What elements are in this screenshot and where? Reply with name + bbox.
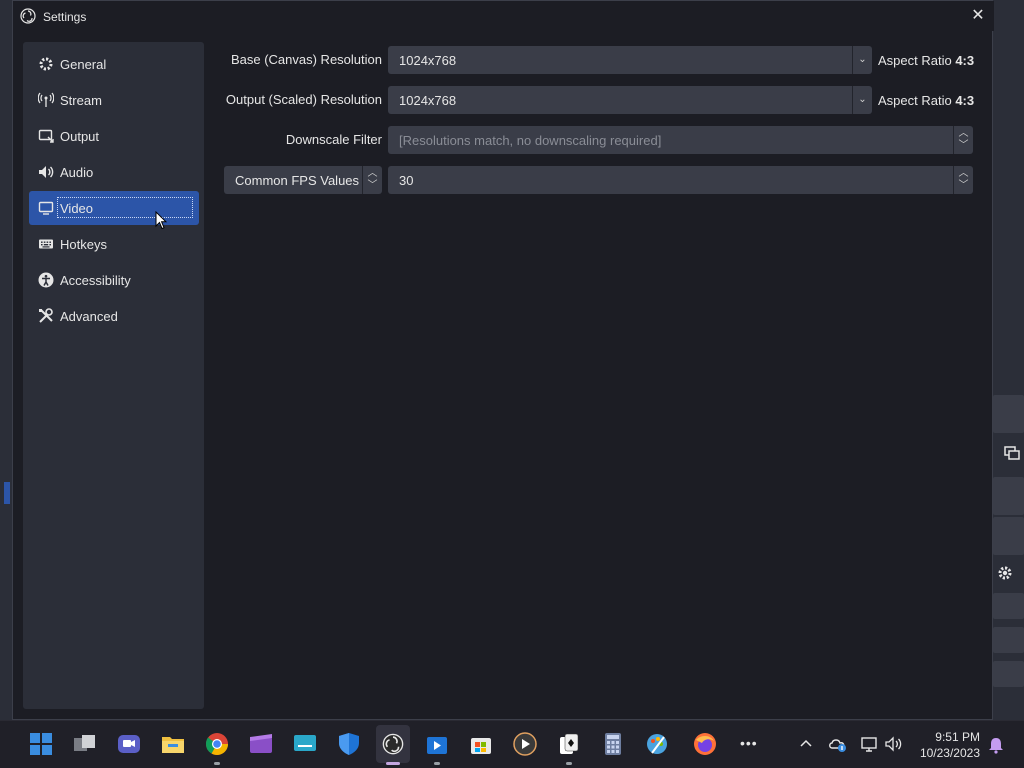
background-selection-indicator (4, 482, 10, 504)
sidebar-item-label: Output (60, 129, 100, 144)
background-block (993, 661, 1024, 687)
solitaire-icon[interactable] (556, 731, 582, 757)
file-explorer-icon[interactable] (160, 731, 186, 757)
downscale-filter-combobox: [Resolutions match, no downscaling requi… (388, 126, 973, 154)
obs-logo-icon (20, 8, 36, 24)
output-icon (38, 129, 54, 143)
sidebar-item-hotkeys[interactable]: Hotkeys (29, 227, 199, 261)
tools-icon (39, 308, 53, 323)
sidebar-item-output[interactable]: Output (29, 119, 199, 153)
sidebar-item-label: General (60, 57, 107, 72)
settings-sidebar: General Stream Output Audio Video Hotkey… (23, 42, 204, 709)
downscale-filter-value: [Resolutions match, no downscaling requi… (399, 133, 662, 148)
fps-type-value: Common FPS Values (235, 173, 360, 188)
gear-icon (39, 57, 53, 71)
aspect-ratio-prefix: Aspect Ratio (878, 53, 952, 68)
aspect-ratio-value: 4:3 (955, 53, 975, 68)
background-block (993, 477, 1024, 515)
sidebar-item-general[interactable]: General (29, 47, 199, 81)
updown-arrows-icon: ︿ ﹀ (953, 126, 973, 154)
downscale-filter-label: Downscale Filter (285, 132, 382, 147)
monitor-icon (38, 201, 54, 215)
chevron-up-icon[interactable] (799, 737, 813, 749)
background-app-left-edge (0, 0, 12, 720)
network-icon[interactable] (860, 735, 878, 753)
background-app-right-panel (993, 0, 1024, 720)
sidebar-item-label: Audio (60, 165, 94, 180)
window-title: Settings (43, 10, 87, 24)
sidebar-item-audio[interactable]: Audio (29, 155, 199, 189)
running-indicator (214, 762, 220, 765)
fps-type-combobox[interactable]: Common FPS Values ︿ ﹀ (224, 166, 382, 194)
taskbar: ••• 9:51 PM 10/23/2023 (0, 720, 1024, 768)
obs-studio-icon (382, 733, 404, 755)
remote-desktop-icon[interactable] (292, 731, 318, 757)
running-indicator (434, 762, 440, 765)
updown-arrows-icon[interactable]: ︿ ﹀ (953, 166, 973, 194)
video-settings-panel: Base (Canvas) Resolution 1024x768 ⌄ Aspe… (214, 42, 988, 709)
windows-security-icon[interactable] (336, 731, 362, 757)
background-block (993, 395, 1024, 433)
windows-start-icon[interactable] (28, 731, 54, 757)
volume-icon[interactable] (884, 735, 904, 753)
close-icon[interactable]: ✕ (968, 6, 988, 26)
base-resolution-value: 1024x768 (399, 53, 457, 68)
aspect-ratio-value: 4:3 (955, 93, 975, 108)
clock[interactable]: 9:51 PM 10/23/2023 (920, 729, 980, 761)
sidebar-item-stream[interactable]: Stream (29, 83, 199, 117)
running-indicator (566, 762, 572, 765)
output-aspect-ratio: Aspect Ratio 4:3 (878, 93, 974, 108)
accessibility-icon (38, 272, 54, 288)
background-block (993, 517, 1024, 555)
settings-gear-icon[interactable] (996, 564, 1014, 582)
obs-taskbar-button[interactable] (376, 725, 410, 763)
sidebar-item-video[interactable]: Video (29, 191, 199, 225)
background-block (993, 627, 1024, 653)
title-bar[interactable]: Settings ✕ (13, 1, 994, 31)
sidebar-item-label: Hotkeys (60, 237, 107, 252)
chevron-down-icon[interactable]: ⌄ (852, 46, 872, 74)
output-resolution-label: Output (Scaled) Resolution (225, 92, 382, 107)
updown-arrows-icon[interactable]: ︿ ﹀ (362, 166, 382, 194)
chrome-icon[interactable] (204, 731, 230, 757)
video-player-icon[interactable] (512, 731, 538, 757)
clock-date: 10/23/2023 (919, 746, 980, 760)
microsoft-store-icon[interactable] (468, 731, 494, 757)
active-indicator (386, 762, 400, 765)
firefox-icon[interactable] (692, 731, 718, 757)
teams-chat-icon[interactable] (116, 731, 142, 757)
sidebar-item-label: Stream (60, 93, 102, 108)
antenna-icon (38, 92, 54, 107)
base-resolution-combobox[interactable]: 1024x768 ⌄ (388, 46, 872, 74)
clipchamp-icon[interactable] (248, 731, 274, 757)
sidebar-item-label: Video (60, 201, 94, 216)
output-resolution-combobox[interactable]: 1024x768 ⌄ (388, 86, 872, 114)
dock-window-icon[interactable] (1003, 444, 1021, 462)
paint-icon[interactable] (644, 731, 670, 757)
more-apps-icon[interactable]: ••• (740, 735, 758, 751)
fps-value: 30 (399, 173, 414, 188)
media-player-icon[interactable] (424, 731, 450, 757)
settings-window: Settings ✕ General Stream Output Audio V… (12, 0, 994, 720)
onedrive-icon[interactable] (828, 735, 848, 753)
sidebar-item-label: Accessibility (60, 273, 131, 288)
clock-time: 9:51 PM (935, 730, 980, 744)
base-aspect-ratio: Aspect Ratio 4:3 (878, 53, 974, 68)
mouse-cursor-icon (155, 211, 167, 230)
aspect-ratio-prefix: Aspect Ratio (878, 93, 952, 108)
sidebar-item-label: Advanced (60, 309, 118, 324)
chevron-down-icon[interactable]: ⌄ (852, 86, 872, 114)
fps-value-combobox[interactable]: 30 ︿ ﹀ (388, 166, 973, 194)
sidebar-item-advanced[interactable]: Advanced (29, 299, 199, 333)
output-resolution-value: 1024x768 (399, 93, 457, 108)
calculator-icon[interactable] (600, 731, 626, 757)
background-block (993, 593, 1024, 619)
speaker-icon (39, 166, 54, 178)
base-resolution-label: Base (Canvas) Resolution (230, 52, 382, 67)
notification-bell-icon[interactable] (988, 736, 1004, 754)
task-view-icon[interactable] (72, 731, 98, 757)
sidebar-item-accessibility[interactable]: Accessibility (29, 263, 199, 297)
keyboard-icon (39, 239, 53, 249)
